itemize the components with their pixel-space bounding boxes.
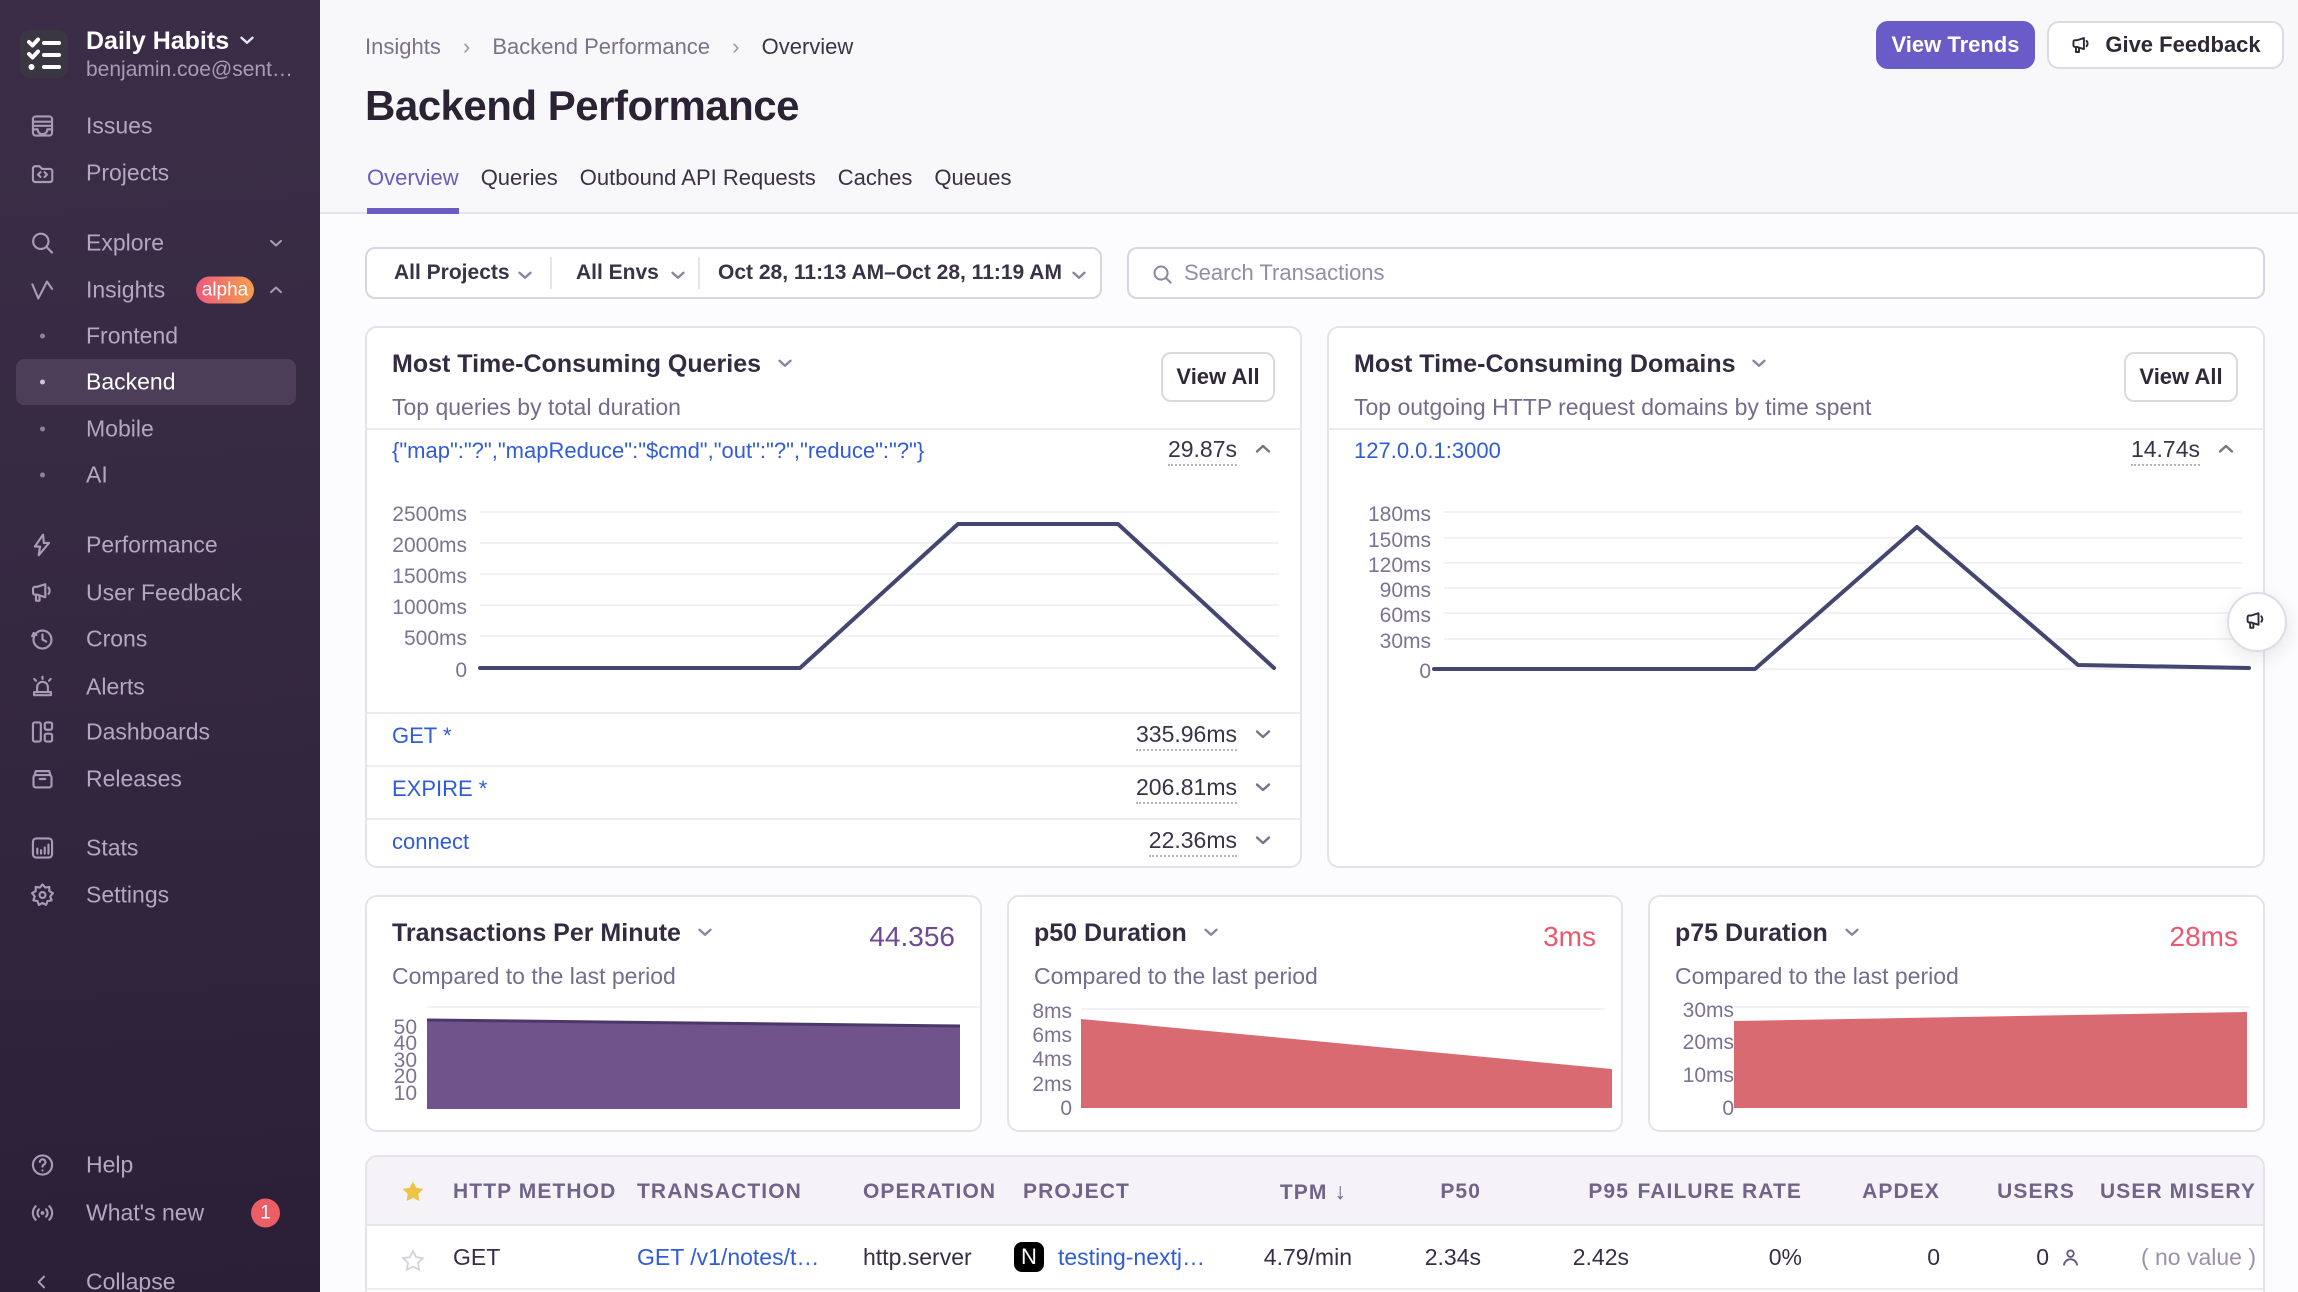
svg-text:10ms: 10ms (1683, 1064, 1734, 1087)
svg-text:0: 0 (1419, 660, 1431, 683)
svg-text:90ms: 90ms (1380, 579, 1431, 602)
svg-text:30ms: 30ms (1380, 630, 1431, 653)
svg-text:10: 10 (394, 1082, 417, 1105)
svg-text:20ms: 20ms (1683, 1031, 1734, 1054)
svg-text:6ms: 6ms (1032, 1024, 1072, 1047)
svg-text:150ms: 150ms (1368, 529, 1431, 552)
svg-text:4ms: 4ms (1032, 1048, 1072, 1071)
svg-text:0: 0 (1060, 1097, 1072, 1120)
svg-text:30ms: 30ms (1683, 999, 1734, 1022)
svg-text:1500ms: 1500ms (392, 565, 467, 588)
svg-text:120ms: 120ms (1368, 554, 1431, 577)
svg-text:180ms: 180ms (1368, 503, 1431, 526)
svg-text:60ms: 60ms (1380, 604, 1431, 627)
svg-text:2500ms: 2500ms (392, 503, 467, 526)
svg-text:8ms: 8ms (1032, 1000, 1072, 1023)
svg-text:1000ms: 1000ms (392, 596, 467, 619)
svg-text:2000ms: 2000ms (392, 534, 467, 557)
svg-text:500ms: 500ms (404, 627, 467, 650)
svg-text:0: 0 (455, 659, 467, 682)
svg-text:0: 0 (1722, 1097, 1734, 1120)
svg-text:2ms: 2ms (1032, 1073, 1072, 1096)
